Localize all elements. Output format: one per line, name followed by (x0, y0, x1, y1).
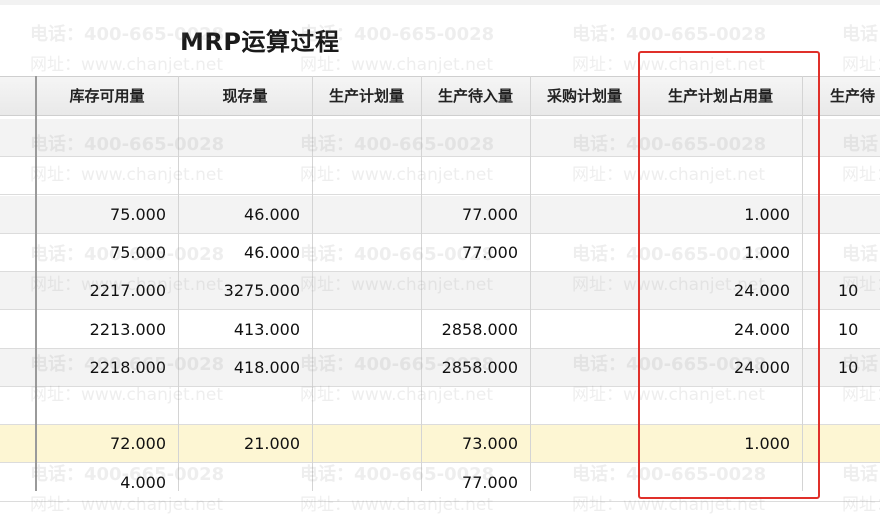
cell-production-pending[interactable] (802, 234, 880, 272)
cell-production-pending[interactable] (802, 196, 880, 234)
cell-production-pending[interactable] (802, 464, 880, 502)
header-production-pending-cut[interactable]: 生产待 (802, 77, 880, 115)
header-on-hand[interactable]: 现存量 (178, 77, 312, 115)
cell-production-pending-in[interactable]: 77.000 (421, 234, 530, 272)
cell-stock-available[interactable]: 2217.000 (36, 272, 178, 310)
cell-on-hand[interactable]: 3275.000 (178, 272, 312, 310)
cell-production-pending-in[interactable] (421, 387, 530, 425)
cell-production-pending[interactable]: 10 (802, 349, 880, 387)
header-stock-available[interactable]: 库存可用量 (36, 77, 178, 115)
cell-production-plan-allocated[interactable] (639, 464, 802, 502)
cell-on-hand[interactable]: 21.000 (178, 425, 312, 463)
cell-production-plan-allocated[interactable] (639, 387, 802, 425)
cell-production-pending[interactable]: 10 (802, 272, 880, 310)
cell-production-pending-in[interactable] (421, 119, 530, 157)
cell-production-pending-in[interactable] (421, 157, 530, 195)
cell-on-hand[interactable]: 413.000 (178, 311, 312, 349)
cell-purchase-plan-qty[interactable] (530, 464, 639, 502)
cell-production-plan-allocated[interactable]: 24.000 (639, 349, 802, 387)
table-row[interactable] (0, 387, 880, 426)
cell-on-hand[interactable]: 46.000 (178, 196, 312, 234)
column-divider (421, 76, 422, 491)
cell-production-pending[interactable] (802, 119, 880, 157)
table-row[interactable] (0, 157, 880, 196)
cell-production-plan-allocated[interactable] (639, 157, 802, 195)
cell-stock-available[interactable]: 2213.000 (36, 311, 178, 349)
cell-stock-available[interactable] (36, 119, 178, 157)
cell-production-plan-allocated[interactable] (639, 119, 802, 157)
cell-production-plan-allocated[interactable]: 1.000 (639, 196, 802, 234)
cell-purchase-plan-qty[interactable] (530, 157, 639, 195)
cell-production-pending-in[interactable] (421, 272, 530, 310)
header-production-pending-in[interactable]: 生产待入量 (421, 77, 530, 115)
cell-stock-available[interactable]: 72.000 (36, 425, 178, 463)
cell-stock-available[interactable] (36, 157, 178, 195)
cell-production-plan-qty[interactable] (312, 196, 421, 234)
table-row[interactable]: 72.000 21.000 73.000 1.000 (0, 425, 880, 464)
frozen-column-divider[interactable] (35, 76, 37, 491)
cell-production-pending-in[interactable]: 77.000 (421, 196, 530, 234)
cell-on-hand[interactable] (178, 464, 312, 502)
cell-stock-available[interactable] (36, 387, 178, 425)
cell-stock-available[interactable]: 2218.000 (36, 349, 178, 387)
cell-on-hand[interactable]: 418.000 (178, 349, 312, 387)
cell-production-plan-allocated[interactable]: 24.000 (639, 311, 802, 349)
cell-production-plan-qty[interactable] (312, 425, 421, 463)
cell-purchase-plan-qty[interactable] (530, 349, 639, 387)
table-row[interactable]: 2218.000 418.000 2858.000 24.000 10 (0, 348, 880, 387)
cell-on-hand[interactable] (178, 119, 312, 157)
table-row[interactable]: 75.000 46.000 77.000 1.000 (0, 195, 880, 234)
cell-production-plan-qty[interactable] (312, 119, 421, 157)
cell-production-plan-qty[interactable] (312, 311, 421, 349)
table-row[interactable] (0, 119, 880, 157)
column-divider (312, 76, 313, 491)
cell-purchase-plan-qty[interactable] (530, 425, 639, 463)
cell-on-hand[interactable] (178, 387, 312, 425)
column-divider (178, 76, 179, 491)
cell-production-plan-allocated[interactable]: 24.000 (639, 272, 802, 310)
cell-purchase-plan-qty[interactable] (530, 311, 639, 349)
table-row[interactable]: 4.000 77.000 (0, 464, 880, 502)
column-divider (530, 76, 531, 491)
cell-on-hand[interactable]: 46.000 (178, 234, 312, 272)
cell-stock-available[interactable]: 75.000 (36, 196, 178, 234)
column-divider (639, 76, 640, 491)
cell-production-pending[interactable] (802, 425, 880, 463)
cell-purchase-plan-qty[interactable] (530, 234, 639, 272)
cell-production-plan-allocated[interactable]: 1.000 (639, 234, 802, 272)
cell-stock-available[interactable]: 75.000 (36, 234, 178, 272)
cell-stock-available[interactable]: 4.000 (36, 464, 178, 502)
cell-production-plan-qty[interactable] (312, 349, 421, 387)
cell-purchase-plan-qty[interactable] (530, 119, 639, 157)
header-left-cut (0, 77, 36, 115)
table-row[interactable]: 2217.000 3275.000 24.000 10 (0, 272, 880, 311)
cell-on-hand[interactable] (178, 157, 312, 195)
header-production-plan-allocated[interactable]: 生产计划占用量 (639, 77, 802, 115)
cell-production-plan-qty[interactable] (312, 234, 421, 272)
cell-production-pending[interactable] (802, 387, 880, 425)
column-divider (802, 76, 803, 491)
grid-header: 库存可用量 现存量 生产计划量 生产待入量 采购计划量 生产计划占用量 生产待 (0, 76, 880, 116)
cell-production-plan-qty[interactable] (312, 157, 421, 195)
cell-production-pending-in[interactable]: 2858.000 (421, 311, 530, 349)
cell-production-pending[interactable]: 10 (802, 311, 880, 349)
cell-production-pending-in[interactable]: 2858.000 (421, 349, 530, 387)
cell-purchase-plan-qty[interactable] (530, 272, 639, 310)
cell-production-plan-allocated[interactable]: 1.000 (639, 425, 802, 463)
table-row[interactable]: 75.000 46.000 77.000 1.000 (0, 234, 880, 272)
cell-purchase-plan-qty[interactable] (530, 196, 639, 234)
cell-production-pending[interactable] (802, 157, 880, 195)
cell-production-pending-in[interactable]: 73.000 (421, 425, 530, 463)
cell-production-pending-in[interactable]: 77.000 (421, 464, 530, 502)
cell-production-plan-qty[interactable] (312, 272, 421, 310)
header-purchase-plan-qty[interactable]: 采购计划量 (530, 77, 639, 115)
mrp-data-grid: 库存可用量 现存量 生产计划量 生产待入量 采购计划量 生产计划占用量 生产待 … (0, 0, 880, 502)
table-row[interactable]: 2213.000 413.000 2858.000 24.000 10 (0, 311, 880, 349)
cell-production-plan-qty[interactable] (312, 464, 421, 502)
cell-purchase-plan-qty[interactable] (530, 387, 639, 425)
cell-production-plan-qty[interactable] (312, 387, 421, 425)
header-production-plan-qty[interactable]: 生产计划量 (312, 77, 421, 115)
